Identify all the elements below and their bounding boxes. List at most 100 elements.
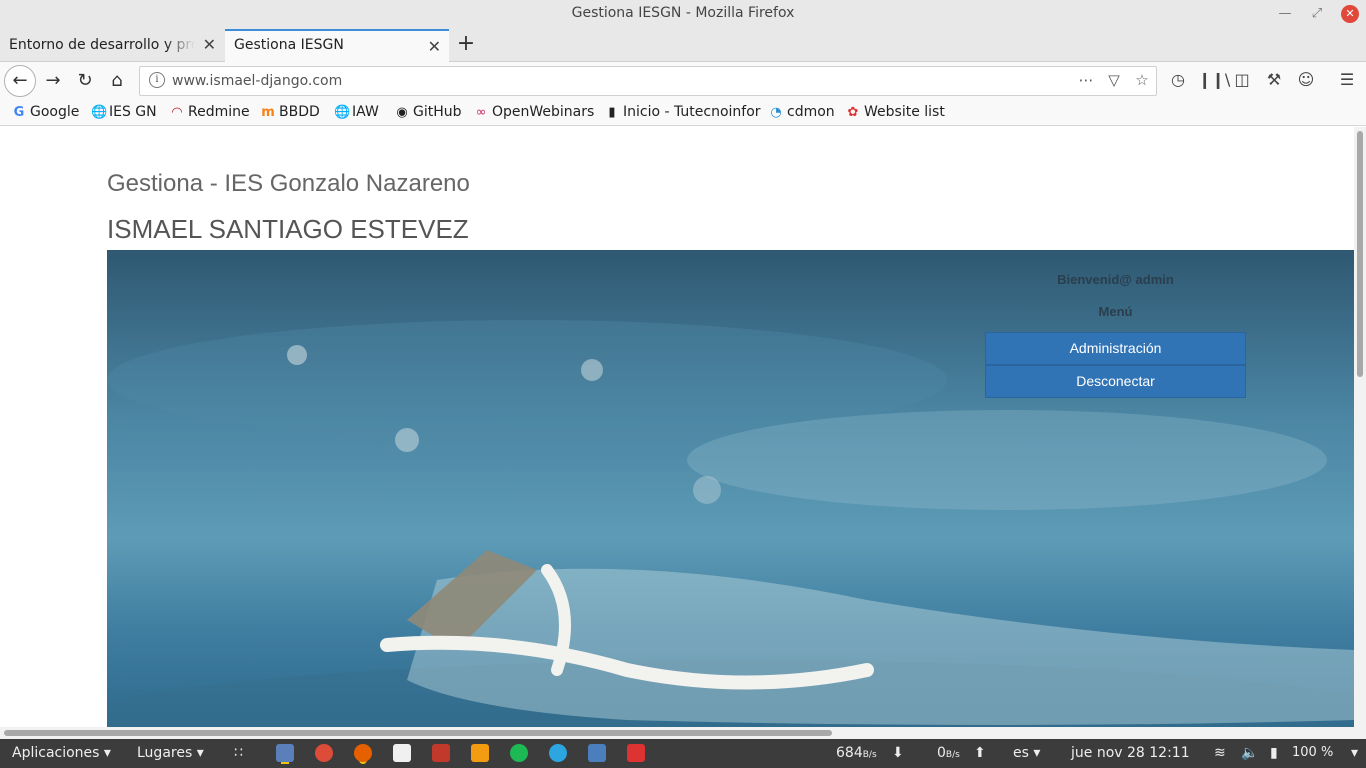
forward-arrow-icon[interactable]: →	[38, 66, 68, 96]
telegram-app-icon[interactable]	[549, 744, 567, 762]
desktop-taskbar: Aplicaciones ▾ Lugares ▾ ∷ 684B/s ⬇ 0B/s…	[0, 739, 1366, 768]
logout-button[interactable]: Desconectar	[985, 365, 1246, 398]
keyboard-layout-label: es	[1013, 745, 1029, 761]
app-grid-icon[interactable]: ∷	[234, 745, 243, 761]
bookmark-label: Redmine	[188, 104, 250, 120]
firefox-window: Gestiona IESGN - Mozilla Firefox — ⤢ ✕ E…	[0, 0, 1366, 768]
library-icon[interactable]: ❙❙\	[1198, 70, 1230, 89]
places-menu[interactable]: Lugares ▾	[137, 745, 204, 761]
wifi-icon[interactable]: ≋	[1214, 745, 1226, 761]
cdmon-icon: ◔	[770, 105, 782, 120]
url-bar[interactable]: i www.ismael-django.com ⋯ ▽ ☆	[139, 66, 1157, 96]
bookmark-iaw[interactable]: 🌐 IAW	[334, 104, 379, 120]
bookmark-website-list[interactable]: ✿ Website list	[846, 104, 945, 120]
tab-label: Entorno de desarrollo y producción	[9, 37, 195, 53]
github-icon: ◉	[396, 105, 408, 120]
download-arrow-icon: ⬇	[892, 745, 904, 761]
back-arrow-icon[interactable]: ←	[4, 65, 36, 97]
bookmark-cdmon[interactable]: ◔ cdmon	[769, 104, 835, 120]
bookmark-label: BBDD	[279, 104, 320, 120]
chrome-app-icon[interactable]	[315, 744, 333, 762]
bookmarks-toolbar: G Google 🌐 IES GN ◠ Redmine m BBDD 🌐 IAW ◉ Git…	[0, 100, 1366, 126]
presentation-app-icon[interactable]	[432, 744, 450, 762]
google-icon: G	[13, 105, 25, 120]
window-title: Gestiona IESGN - Mozilla Firefox	[571, 5, 795, 21]
openwebinars-icon: ∞	[475, 105, 487, 120]
extension-icon[interactable]: ⚒	[1262, 70, 1286, 89]
new-tab-icon[interactable]: +	[455, 31, 477, 57]
horizontal-scroll-thumb[interactable]	[4, 730, 832, 736]
close-window-icon[interactable]: ✕	[1341, 5, 1359, 23]
network-download-speed: 684B/s	[836, 745, 877, 761]
history-icon[interactable]: ◷	[1166, 70, 1190, 89]
bookmark-label: GitHub	[413, 104, 462, 120]
spotify-app-icon[interactable]	[510, 744, 528, 762]
tab-gestiona[interactable]: Gestiona IESGN ✕	[225, 29, 449, 62]
virtualbox-app-icon[interactable]	[588, 744, 606, 762]
vertical-scroll-thumb[interactable]	[1357, 131, 1363, 377]
upload-value: 0	[937, 745, 946, 761]
administration-button[interactable]: Administración	[985, 332, 1246, 365]
download-unit: B/s	[862, 750, 877, 760]
redmine-icon: ◠	[171, 105, 183, 120]
info-icon[interactable]: i	[149, 72, 165, 88]
bookmark-label: Google	[30, 104, 80, 120]
applications-label: Aplicaciones	[12, 745, 100, 761]
page-actions-icon[interactable]: ⋯	[1075, 71, 1097, 89]
close-tab-icon[interactable]: ✕	[428, 37, 441, 56]
bookmark-label: OpenWebinars	[492, 104, 595, 120]
tab-entorno[interactable]: Entorno de desarrollo y producción ✕	[0, 29, 224, 62]
tab-strip: Entorno de desarrollo y producción ✕ Ges…	[0, 28, 1366, 62]
system-menu-arrow-icon[interactable]: ▾	[1351, 745, 1358, 761]
horizontal-scrollbar[interactable]	[0, 727, 1366, 739]
close-tab-icon[interactable]: ✕	[203, 35, 216, 54]
download-value: 684	[836, 745, 863, 761]
hero-background-image: Bienvenid@ admin Menú Administración Des…	[107, 250, 1354, 727]
upload-arrow-icon: ⬆	[974, 745, 986, 761]
sidebar-icon[interactable]: ◫	[1230, 70, 1254, 89]
files-app-icon[interactable]	[276, 744, 294, 762]
bookmark-redmine[interactable]: ◠ Redmine	[170, 104, 250, 120]
places-label: Lugares	[137, 745, 193, 761]
bookmark-label: IES GN	[109, 104, 157, 120]
menu-title: Menú	[1098, 304, 1133, 319]
bookmark-label: cdmon	[787, 104, 835, 120]
applications-menu[interactable]: Aplicaciones ▾	[12, 745, 111, 761]
bookmark-star-icon[interactable]: ☆	[1131, 71, 1153, 89]
battery-icon[interactable]: ▮	[1270, 745, 1278, 761]
bookmark-bbdd[interactable]: m BBDD	[261, 104, 320, 120]
restore-icon[interactable]: ⤢	[1308, 5, 1326, 23]
volume-icon[interactable]: 🔈	[1241, 745, 1258, 761]
moodle-icon: m	[261, 105, 275, 120]
screenshot-app-icon[interactable]	[627, 744, 645, 762]
hamburger-menu-icon[interactable]: ☰	[1335, 70, 1359, 89]
bottle-illustration	[107, 320, 1354, 727]
bookmark-label: IAW	[352, 104, 379, 120]
website-list-icon: ✿	[847, 105, 859, 120]
bookmark-openwebinars[interactable]: ∞ OpenWebinars	[474, 104, 595, 120]
minimize-icon[interactable]: —	[1276, 5, 1294, 23]
welcome-message: Bienvenid@ admin	[1057, 272, 1174, 287]
bookmark-github[interactable]: ◉ GitHub	[395, 104, 462, 120]
upload-unit: B/s	[945, 750, 960, 760]
bookmark-ies-gn[interactable]: 🌐 IES GN	[91, 104, 157, 120]
bookmark-tutecnoinfor[interactable]: ▮ Inicio - Tutecnoinfor	[605, 104, 760, 120]
vertical-scrollbar[interactable]	[1354, 127, 1366, 727]
firefox-app-icon[interactable]	[354, 744, 372, 762]
user-name-heading: ISMAEL SANTIAGO ESTEVEZ	[107, 214, 469, 244]
sublime-app-icon[interactable]	[471, 744, 489, 762]
account-icon[interactable]: ☺	[1294, 70, 1318, 89]
home-icon[interactable]: ⌂	[102, 66, 132, 96]
pocket-icon[interactable]: ▽	[1103, 71, 1125, 89]
text-editor-app-icon[interactable]	[393, 744, 411, 762]
network-upload-speed: 0B/s	[937, 745, 960, 761]
navigation-bar: ← → ↻ ⌂ i www.ismael-django.com ⋯ ▽ ☆ ◷ …	[0, 62, 1366, 100]
clock[interactable]: jue nov 28 12:11	[1071, 745, 1190, 761]
reload-icon[interactable]: ↻	[70, 66, 100, 96]
bookmark-google[interactable]: G Google	[12, 104, 80, 120]
keyboard-layout[interactable]: es ▾	[1013, 745, 1040, 761]
tab-label: Gestiona IESGN	[234, 37, 344, 53]
globe-icon: 🌐	[91, 105, 108, 120]
url-text[interactable]: www.ismael-django.com	[172, 73, 342, 89]
book-icon: ▮	[608, 105, 616, 120]
